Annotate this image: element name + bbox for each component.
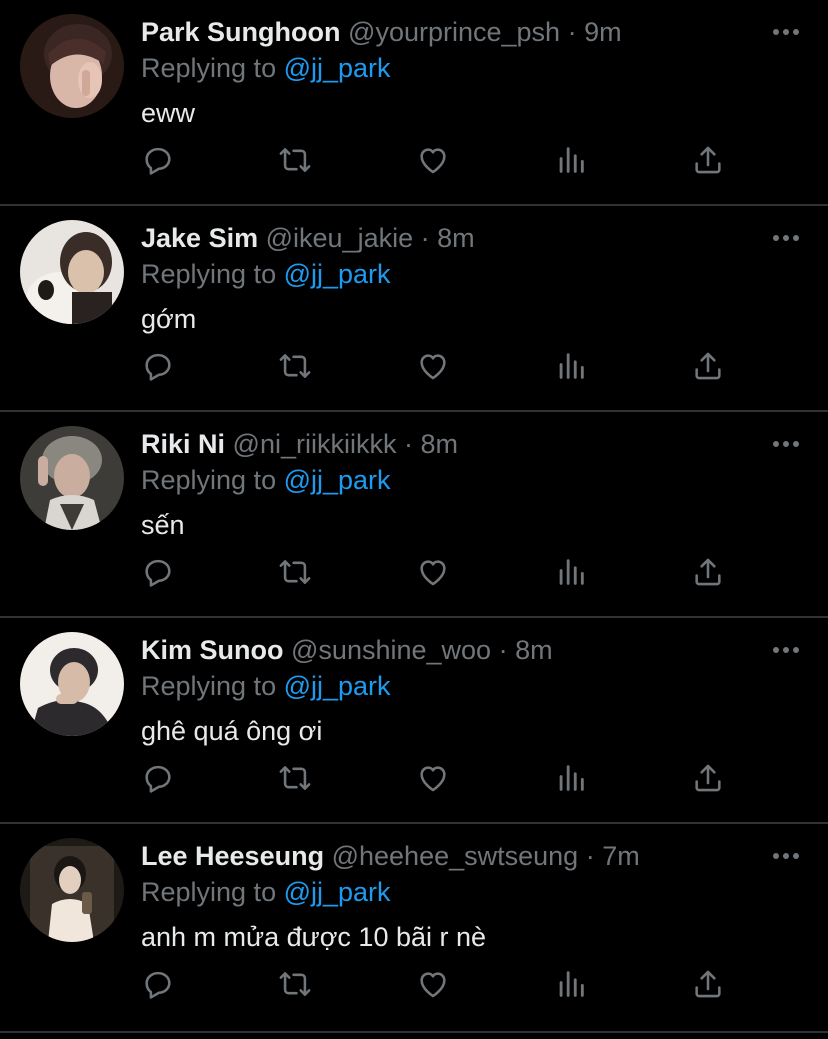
separator-dot: · [585, 841, 595, 871]
heart-icon[interactable] [413, 552, 453, 592]
replies-feed: Park Sunghoon @yourprince_psh · 9m Reply… [0, 0, 828, 1033]
replying-prefix: Replying to [141, 465, 284, 495]
tweet-header: Park Sunghoon @yourprince_psh · 9m [141, 14, 768, 50]
tweet-text: ghê quá ông ơi [141, 716, 323, 746]
tweet-text: gớm [141, 304, 197, 334]
tweet-text: anh m mửa được 10 bãi r nè [141, 922, 487, 952]
avatar[interactable] [20, 838, 124, 942]
replying-to: Replying to @jj_park [141, 462, 391, 498]
action-bar [0, 346, 828, 386]
replying-prefix: Replying to [141, 877, 284, 907]
tweet-header: Riki Ni @ni_riikkiikkk · 8m [141, 426, 768, 462]
mention-link[interactable]: @jj_park [284, 465, 391, 495]
user-handle[interactable]: @sunshine_woo [291, 635, 491, 665]
tweet[interactable]: Riki Ni @ni_riikkiikkk · 8m Replying to … [0, 412, 828, 618]
more-horizontal-icon[interactable] [772, 24, 800, 40]
tweet[interactable]: Lee Heeseung @heehee_swtseung · 7m Reply… [0, 824, 828, 1033]
user-handle[interactable]: @heehee_swtseung [332, 841, 579, 871]
timestamp[interactable]: 8m [421, 429, 459, 459]
avatar[interactable] [20, 426, 124, 530]
reply-icon[interactable] [138, 552, 178, 592]
display-name[interactable]: Kim Sunoo [141, 635, 284, 665]
replying-to: Replying to @jj_park [141, 256, 391, 292]
analytics-icon[interactable] [551, 346, 591, 386]
display-name[interactable]: Jake Sim [141, 223, 258, 253]
retweet-icon[interactable] [275, 758, 315, 798]
reply-icon[interactable] [138, 758, 178, 798]
timestamp[interactable]: 7m [602, 841, 640, 871]
tweet-text: sến [141, 510, 185, 540]
user-handle[interactable]: @ikeu_jakie [266, 223, 414, 253]
heart-icon[interactable] [413, 964, 453, 1004]
tweet[interactable]: Kim Sunoo @sunshine_woo · 8m Replying to… [0, 618, 828, 824]
display-name[interactable]: Riki Ni [141, 429, 225, 459]
timestamp[interactable]: 8m [437, 223, 475, 253]
display-name[interactable]: Lee Heeseung [141, 841, 324, 871]
more-horizontal-icon[interactable] [772, 230, 800, 246]
replying-prefix: Replying to [141, 671, 284, 701]
display-name[interactable]: Park Sunghoon [141, 17, 341, 47]
share-icon[interactable] [688, 346, 728, 386]
action-bar [0, 964, 828, 1004]
analytics-icon[interactable] [551, 964, 591, 1004]
heart-icon[interactable] [413, 140, 453, 180]
retweet-icon[interactable] [275, 346, 315, 386]
replying-prefix: Replying to [141, 53, 284, 83]
user-handle[interactable]: @yourprince_psh [348, 17, 560, 47]
share-icon[interactable] [688, 140, 728, 180]
tweet-header: Kim Sunoo @sunshine_woo · 8m [141, 632, 768, 668]
replying-to: Replying to @jj_park [141, 50, 391, 86]
tweet[interactable]: Jake Sim @ikeu_jakie · 8m Replying to @j… [0, 206, 828, 412]
analytics-icon[interactable] [551, 140, 591, 180]
separator-dot: · [567, 17, 577, 47]
replying-to: Replying to @jj_park [141, 668, 391, 704]
heart-icon[interactable] [413, 346, 453, 386]
action-bar [0, 140, 828, 180]
mention-link[interactable]: @jj_park [284, 877, 391, 907]
tweet[interactable]: Park Sunghoon @yourprince_psh · 9m Reply… [0, 0, 828, 206]
heart-icon[interactable] [413, 758, 453, 798]
timestamp[interactable]: 9m [584, 17, 622, 47]
retweet-icon[interactable] [275, 964, 315, 1004]
analytics-icon[interactable] [551, 552, 591, 592]
share-icon[interactable] [688, 552, 728, 592]
action-bar [0, 552, 828, 592]
share-icon[interactable] [688, 964, 728, 1004]
retweet-icon[interactable] [275, 552, 315, 592]
retweet-icon[interactable] [275, 140, 315, 180]
more-horizontal-icon[interactable] [772, 642, 800, 658]
tweet-header: Lee Heeseung @heehee_swtseung · 7m [141, 838, 768, 874]
separator-dot: · [420, 223, 430, 253]
share-icon[interactable] [688, 758, 728, 798]
reply-icon[interactable] [138, 346, 178, 386]
analytics-icon[interactable] [551, 758, 591, 798]
avatar[interactable] [20, 220, 124, 324]
tweet-header: Jake Sim @ikeu_jakie · 8m [141, 220, 768, 256]
more-horizontal-icon[interactable] [772, 436, 800, 452]
reply-icon[interactable] [138, 964, 178, 1004]
separator-dot: · [498, 635, 508, 665]
mention-link[interactable]: @jj_park [284, 259, 391, 289]
timestamp[interactable]: 8m [515, 635, 553, 665]
more-horizontal-icon[interactable] [772, 848, 800, 864]
replying-to: Replying to @jj_park [141, 874, 391, 910]
separator-dot: · [404, 429, 413, 459]
avatar[interactable] [20, 14, 124, 118]
mention-link[interactable]: @jj_park [284, 671, 391, 701]
replying-prefix: Replying to [141, 259, 284, 289]
avatar[interactable] [20, 632, 124, 736]
reply-icon[interactable] [138, 140, 178, 180]
action-bar [0, 758, 828, 798]
mention-link[interactable]: @jj_park [284, 53, 391, 83]
user-handle[interactable]: @ni_riikkiikkk [233, 429, 397, 459]
tweet-text: eww [141, 98, 196, 128]
